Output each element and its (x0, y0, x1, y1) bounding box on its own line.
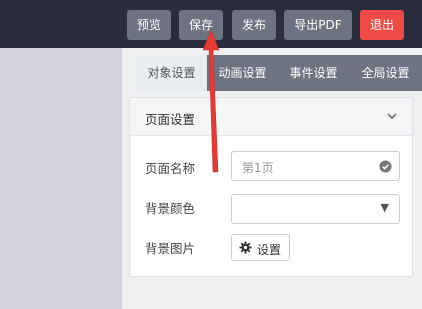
bg-image-settings-label: 设置 (257, 243, 282, 257)
properties-panel: 对象设置 动画设置 事件设置 全局设置 页面设置 页面名称 第1页 背景颜色 ▼… (122, 48, 422, 309)
exit-button[interactable]: 退出 (360, 10, 404, 40)
chevron-down-icon[interactable] (386, 110, 398, 122)
bg-color-label: 背景颜色 (145, 201, 196, 216)
bg-image-label: 背景图片 (145, 241, 196, 256)
page-name-placeholder: 第1页 (242, 161, 274, 175)
save-button[interactable]: 保存 (179, 10, 223, 40)
gear-icon (239, 241, 252, 254)
panel-header[interactable]: 页面设置 (130, 98, 412, 136)
check-circle-icon (379, 160, 392, 173)
export-pdf-button[interactable]: 导出PDF (284, 10, 352, 40)
bg-color-select[interactable]: ▼ (231, 194, 400, 224)
preview-button[interactable]: 预览 (127, 10, 171, 40)
page-name-input[interactable]: 第1页 (231, 151, 400, 181)
tab-object-settings[interactable]: 对象设置 (136, 55, 207, 91)
tab-animation-settings[interactable]: 动画设置 (207, 55, 278, 91)
page-name-label: 页面名称 (145, 161, 196, 176)
canvas-area (0, 48, 122, 309)
publish-button[interactable]: 发布 (232, 10, 276, 40)
tab-event-settings[interactable]: 事件设置 (278, 55, 349, 91)
bg-image-settings-button[interactable]: 设置 (231, 234, 290, 261)
caret-down-icon: ▼ (380, 201, 389, 214)
top-toolbar: 预览 保存 发布 导出PDF 退出 (0, 0, 422, 48)
settings-tabs: 对象设置 动画设置 事件设置 全局设置 (136, 55, 422, 91)
tab-global-settings[interactable]: 全局设置 (349, 55, 422, 91)
page-settings-panel: 页面设置 页面名称 第1页 背景颜色 ▼ 背景图片 设置 (129, 97, 413, 277)
panel-title: 页面设置 (145, 112, 196, 127)
